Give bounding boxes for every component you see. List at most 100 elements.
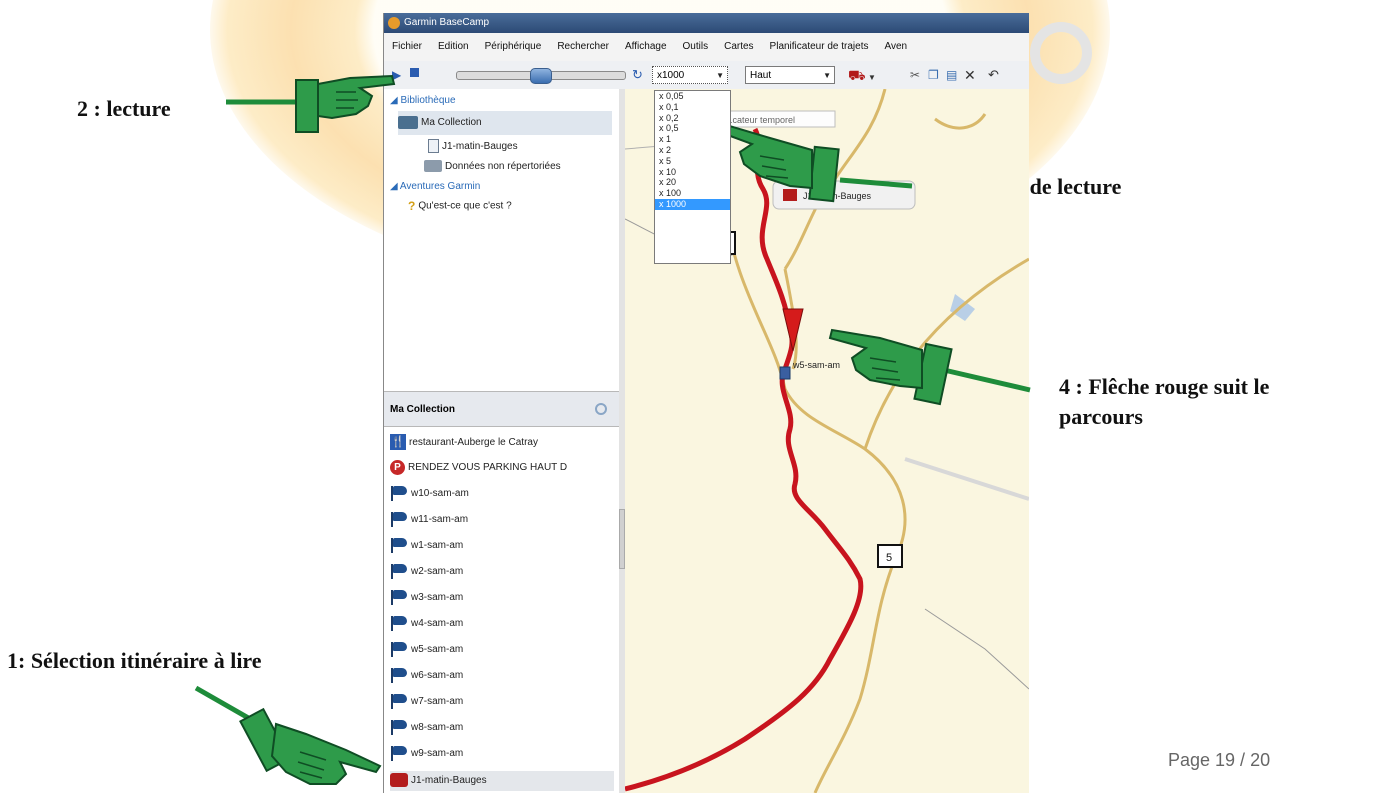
flag-icon [390,745,408,762]
list-item[interactable]: w9-sam-am [390,744,614,764]
orientation-select[interactable]: Haut ▼ [745,66,835,84]
cut-icon[interactable]: ✂ [910,67,920,83]
tree-quest-label: Qu'est-ce que c'est ? [418,200,512,212]
list-item-label: w5-sam-am [411,644,464,655]
menu-outils[interactable]: Outils [675,33,717,61]
list-item[interactable]: w1-sam-am [390,536,614,556]
paste-icon[interactable]: ▤ [946,67,957,83]
flag-icon [390,719,408,736]
menu-planificateur[interactable]: Planificateur de trajets [762,33,877,61]
list-item-label: w10-sam-am [411,488,469,499]
annotation-lecture: 2 : lecture [77,96,171,121]
list-item[interactable]: w4-sam-am [390,614,614,634]
list-item[interactable]: w2-sam-am [390,562,614,582]
pointing-hand-icon [239,707,382,785]
menu-peripherique[interactable]: Périphérique [477,33,550,61]
list-item-label: restaurant-Auberge le Catray [409,437,538,448]
list-item[interactable]: P RENDEZ VOUS PARKING HAUT D [390,458,614,478]
tree-ma-collection-label: Ma Collection [421,117,482,128]
speed-dropdown: x 0,05 x 0,1 x 0,2 x 0,5 x 1 x 2 x 5 x 1… [654,90,731,264]
waypoint-marker-icon [779,366,791,380]
speed-option[interactable]: x 0,5 [655,123,730,134]
tree-route-label: J1-matin-Bauges [442,141,518,152]
list-item[interactable]: w5-sam-am [390,640,614,660]
menu-cartes[interactable]: Cartes [716,33,761,61]
speed-select-value: x1000 [657,70,685,81]
menu-aventures[interactable]: Aven [877,33,916,61]
speed-option[interactable]: x 20 [655,177,730,188]
list-item-selected-route[interactable]: J1-matin-Bauges [390,771,614,791]
list-item-label: w3-sam-am [411,592,464,603]
speed-option[interactable]: x 0,05 [655,91,730,102]
route-icon [390,773,408,788]
chevron-down-icon[interactable]: ▼ [868,70,876,86]
list-item[interactable]: w8-sam-am [390,718,614,738]
reset-icon[interactable]: ↻ [632,67,643,83]
list-item-label: w9-sam-am [411,748,464,759]
chevron-down-icon: ▼ [823,71,831,80]
annotation-fleche-line1: 4 : Flêche rouge suit le [1059,374,1270,399]
annotation-fleche-line2: parcours [1059,403,1143,429]
tree-bibliotheque-label: Bibliothèque [400,95,456,106]
orientation-select-value: Haut [750,70,772,81]
menu-bar: Fichier Edition Périphérique Rechercher Affi… [384,33,1029,62]
list-item[interactable]: w7-sam-am [390,692,614,712]
tree-quest[interactable]: ? Qu'est-ce que c'est ? [408,199,512,213]
list-item-label: w8-sam-am [411,722,464,733]
list-item-label: w7-sam-am [411,696,464,707]
speed-option[interactable]: x 2 [655,145,730,156]
copy-icon[interactable]: ❐ [928,67,939,83]
list-item[interactable]: w11-sam-am [390,510,614,530]
speed-option[interactable]: x 0,2 [655,113,730,124]
collection-title: Ma Collection [390,404,456,415]
flag-icon [390,589,408,606]
speed-option[interactable]: x 10 [655,167,730,178]
list-item-label: w4-sam-am [411,618,464,629]
question-icon: ? [408,199,416,213]
list-item-label: RENDEZ VOUS PARKING HAUT D [408,462,568,473]
list-item-label: w6-sam-am [411,670,464,681]
refresh-icon[interactable] [595,403,607,415]
menu-fichier[interactable]: Fichier [384,33,430,61]
playback-slider-thumb[interactable] [530,68,552,84]
speed-option[interactable]: x 1 [655,134,730,145]
flag-icon [390,485,408,502]
flag-icon [390,667,408,684]
list-item[interactable]: w10-sam-am [390,484,614,504]
list-item[interactable]: 🍴 restaurant-Auberge le Catray [390,433,614,453]
road-number: 5 [886,552,892,564]
tree-non-repertoriees[interactable]: Données non répertoriées [424,159,561,175]
undo-icon[interactable]: ↶ [988,67,999,83]
menu-edition[interactable]: Edition [430,33,477,61]
tree-non-repertoriees-label: Données non répertoriées [445,161,561,172]
play-icon[interactable]: ▶ [392,67,401,83]
speed-option-selected[interactable]: x 1000 [655,198,730,210]
tree-aventures[interactable]: ◢ Aventures Garmin [390,181,480,192]
menu-rechercher[interactable]: Rechercher [549,33,617,61]
list-document-icon [428,139,439,154]
list-item-label: J1-matin-Bauges [411,775,487,786]
basecamp-window: Garmin BaseCamp Fichier Edition Périphériq… [383,13,1029,793]
collection-list: 🍴 restaurant-Auberge le Catray P RENDEZ VO… [384,427,620,793]
speed-option[interactable]: x 100 [655,188,730,199]
speed-select[interactable]: x1000 ▼ [652,66,728,84]
speed-option[interactable]: x 5 [655,156,730,167]
list-item[interactable]: w6-sam-am [390,666,614,686]
playback-slider[interactable] [456,68,626,84]
tree-bibliotheque[interactable]: ◢ Bibliothèque [390,95,456,106]
window-title: Garmin BaseCamp [404,17,490,28]
speed-option[interactable]: x 0,1 [655,102,730,113]
flag-icon [390,563,408,580]
flag-icon [390,615,408,632]
stop-icon[interactable] [410,68,419,77]
list-item[interactable]: w3-sam-am [390,588,614,608]
tree-ma-collection[interactable]: Ma Collection [398,111,612,135]
delete-icon[interactable]: ✕ [964,67,976,83]
folder-icon [424,160,442,173]
collection-panel-header: Ma Collection [384,391,619,427]
folder-icon [398,115,418,129]
menu-affichage[interactable]: Affichage [617,33,675,61]
parking-icon: P [390,459,405,475]
tree-route[interactable]: J1-matin-Bauges [428,139,518,155]
motorcycle-icon[interactable]: ⛟ [848,67,866,83]
